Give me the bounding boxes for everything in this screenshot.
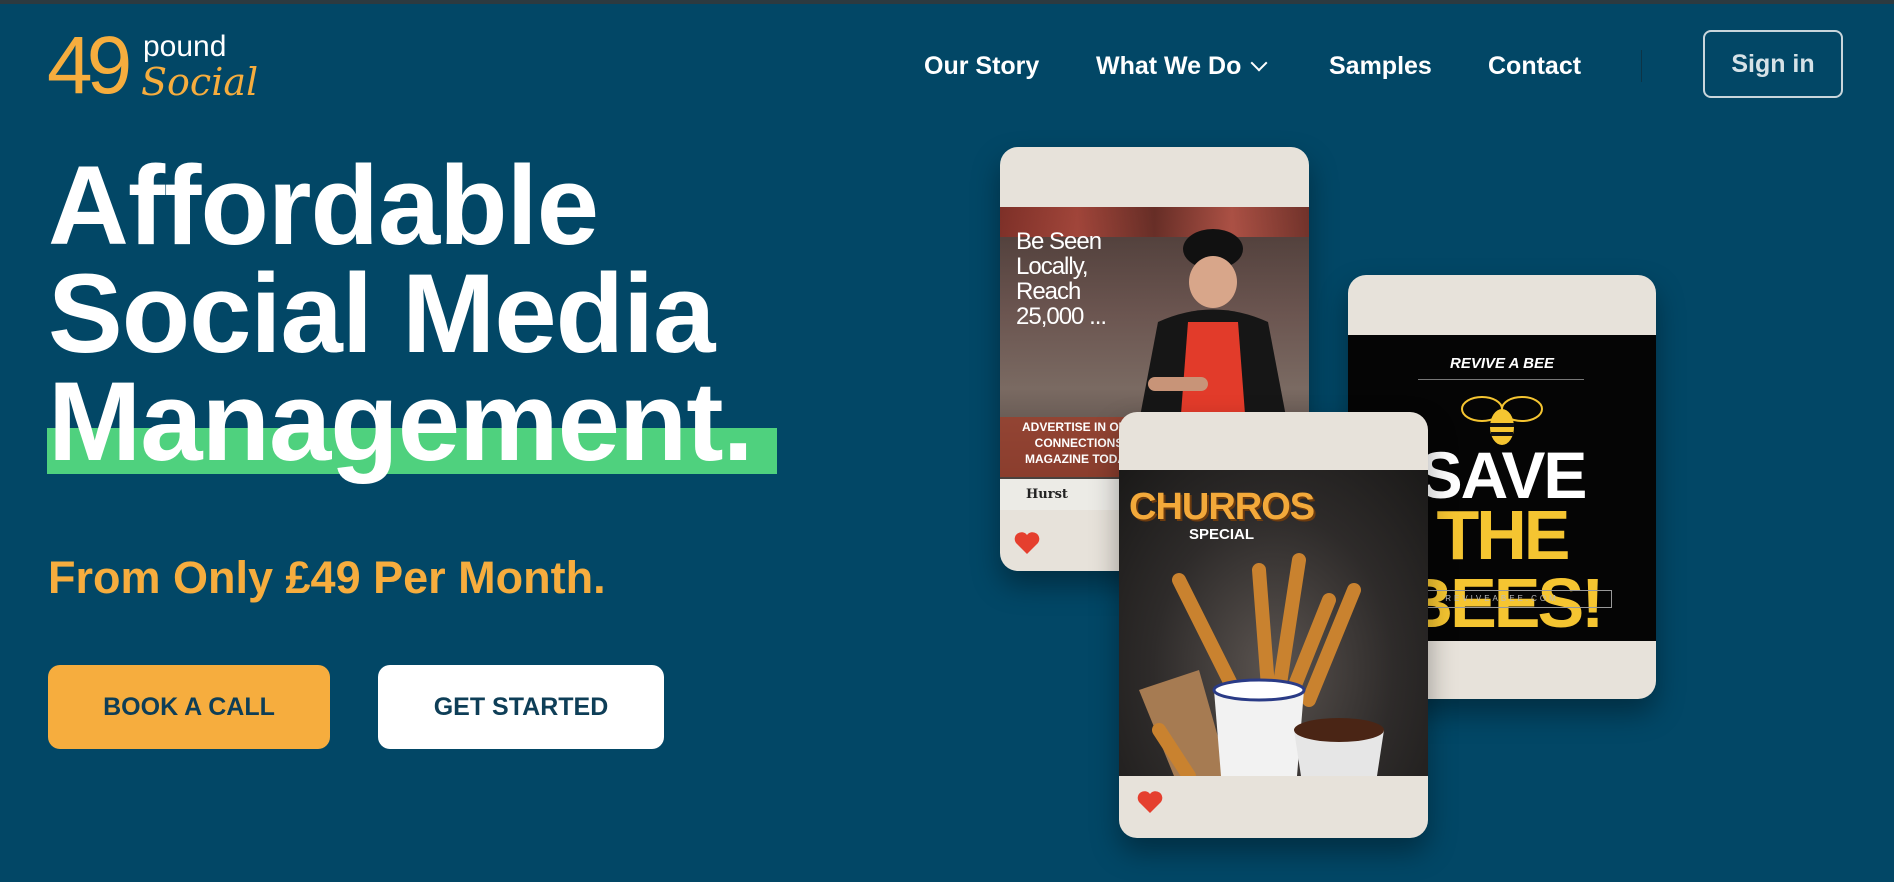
churros-post-image: CHURROS SPECIAL: [1119, 470, 1428, 776]
kicker-rule: [1418, 379, 1584, 380]
nav-samples[interactable]: Samples: [1329, 50, 1432, 82]
nav-contact[interactable]: Contact: [1488, 50, 1581, 82]
butcher-post-headline: Be Seen Locally, Reach 25,000 ...: [1016, 228, 1107, 330]
logo-word-pound: pound: [143, 30, 227, 63]
price-tagline: From Only £49 Per Month.: [48, 552, 606, 603]
chevron-down-icon: [1250, 54, 1268, 72]
logo-word-social: Social: [141, 60, 259, 104]
get-started-button[interactable]: GET STARTED: [378, 665, 664, 749]
nav-what-we-do-label: What We Do: [1096, 52, 1242, 80]
book-a-call-button[interactable]: BOOK A CALL: [48, 665, 330, 749]
headline-line-1: Affordable: [48, 143, 599, 268]
churros-title: CHURROS: [1129, 486, 1315, 528]
chef-illustration: [1138, 229, 1288, 427]
logo-number: 49: [47, 20, 132, 111]
sample-post-churros[interactable]: CHURROS SPECIAL: [1119, 412, 1428, 838]
heart-icon[interactable]: [1014, 531, 1040, 555]
headline-line-2: Social Media: [48, 251, 715, 376]
headline-line-3: Management.: [47, 366, 777, 478]
site-logo[interactable]: 49 pound Social: [47, 20, 258, 111]
headline-line-3-text: Management.: [48, 359, 754, 484]
hurst-logo: Hurst: [1026, 487, 1068, 502]
heart-icon[interactable]: [1137, 790, 1163, 814]
nav-our-story[interactable]: Our Story: [924, 50, 1039, 82]
nav-divider: [1641, 50, 1642, 82]
churros-illustration: [1139, 553, 1384, 776]
hero-headline: Affordable Social Media Management.: [47, 143, 777, 478]
browser-top-edge: [0, 0, 1894, 4]
sign-in-button[interactable]: Sign in: [1703, 30, 1843, 98]
revive-a-bee-kicker: REVIVE A BEE: [1450, 355, 1554, 372]
nav-what-we-do[interactable]: What We Do: [1096, 50, 1268, 82]
